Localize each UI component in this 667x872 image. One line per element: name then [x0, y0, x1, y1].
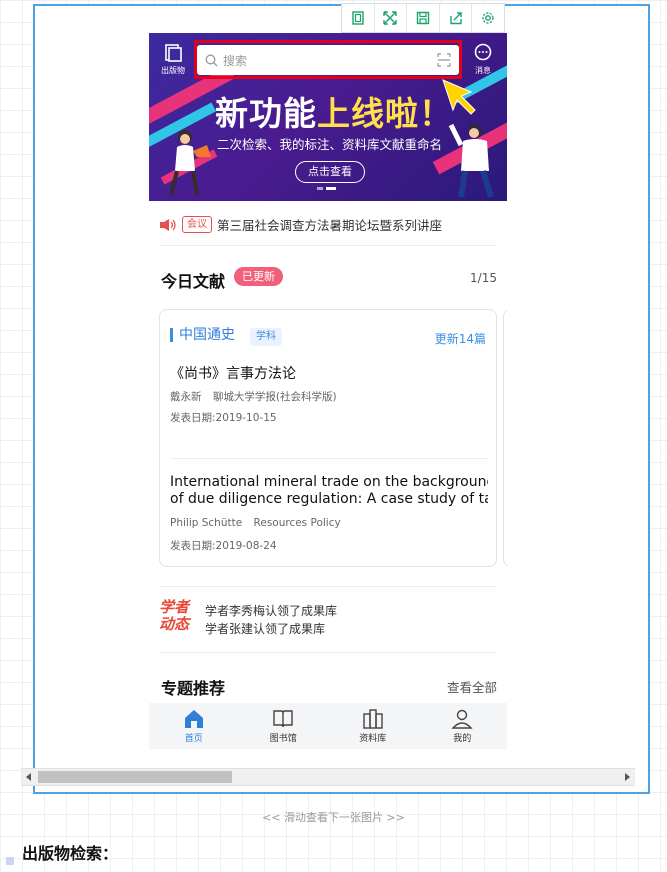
viewer-toolbar — [341, 3, 505, 33]
bottom-nav: 首页 图书馆 资料库 我的 — [149, 703, 507, 749]
next-card-peek[interactable] — [503, 309, 507, 567]
today-page-indicator: 1/15 — [470, 271, 497, 285]
banner-headline: 新功能上线啦！ — [215, 94, 453, 133]
bullet-square-icon — [6, 857, 14, 865]
article-journal: Resources Policy — [253, 517, 341, 529]
divider — [159, 245, 497, 246]
expand-icon[interactable] — [375, 4, 408, 32]
banner-pager — [317, 187, 336, 190]
nav-home[interactable]: 首页 — [149, 703, 239, 749]
phone-screenshot: 出版物 搜索 消息 新功能上线啦！ 二次检索、我的标注、资料库文献重命名 点击查… — [149, 33, 507, 749]
scholar-news-logo: 学者 动态 — [159, 598, 190, 633]
nav-library[interactable]: 图书馆 — [239, 703, 329, 749]
scrollbar-thumb[interactable] — [38, 771, 232, 783]
swipe-hint[interactable]: << 滑动查看下一张图片 >> — [0, 809, 667, 825]
divider — [159, 652, 497, 653]
woman-megaphone-illustration — [169, 130, 211, 196]
save-icon[interactable] — [407, 4, 440, 32]
share-icon[interactable] — [440, 4, 473, 32]
section-heading: 出版物检索： — [22, 844, 119, 863]
card-divider — [170, 458, 488, 459]
view-all-link[interactable]: 查看全部 — [447, 677, 497, 696]
article-date: 发表日期:2019-08-24 — [170, 540, 277, 552]
scholar-news[interactable]: 学者 动态 学者李秀梅认领了成果库 学者张建认领了成果库 — [159, 599, 497, 639]
article-title-continued[interactable]: of due diligence regulation: A case stud… — [170, 491, 488, 507]
notice-text: 第三届社会调查方法暑期论坛暨系列讲座 — [217, 218, 443, 233]
user-icon — [451, 709, 473, 729]
subject-tag: 学科 — [250, 328, 282, 346]
scroll-right-icon[interactable] — [623, 773, 631, 781]
cursor-arrow-icon — [442, 79, 476, 115]
publication-icon — [165, 44, 182, 62]
article-journal: 聊城大学学报(社会科学版) — [212, 391, 337, 403]
article-title[interactable]: International mineral trade on the backg… — [170, 474, 488, 490]
topics-section-title: 专题推荐 — [161, 679, 226, 698]
fit-page-icon[interactable] — [342, 4, 375, 32]
publication-label: 出版物 — [161, 66, 185, 75]
messages-label: 消息 — [475, 66, 491, 75]
article-title[interactable]: 《尚书》言事方法论 — [170, 363, 488, 383]
notice-tag: 会议 — [182, 216, 212, 233]
speaker-icon — [160, 218, 176, 231]
article-author: 戴永新 — [170, 391, 202, 403]
promo-banner[interactable]: 出版物 搜索 消息 新功能上线啦！ 二次检索、我的标注、资料库文献重命名 点击查… — [149, 33, 507, 201]
man-pointing-illustration — [448, 123, 494, 198]
home-icon — [184, 710, 203, 728]
library-icon — [363, 709, 383, 729]
article-date: 发表日期:2019-10-15 — [170, 412, 277, 424]
messages-entry[interactable]: 消息 — [463, 43, 503, 76]
article-meta: Philip Schütte Resources Policy — [170, 517, 341, 529]
publication-entry[interactable]: 出版物 — [153, 43, 193, 76]
article-author: Philip Schütte — [170, 517, 243, 529]
update-count-link[interactable]: 更新14篇 — [435, 330, 486, 347]
scholar-news-item[interactable]: 学者张建认领了成果库 — [205, 620, 325, 637]
scholar-news-item[interactable]: 学者李秀梅认领了成果库 — [205, 602, 337, 619]
scroll-left-icon[interactable] — [25, 773, 33, 781]
banner-subline: 二次检索、我的标注、资料库文献重命名 — [217, 137, 443, 152]
today-literature-card[interactable]: 中国通史 学科 更新14篇 《尚书》言事方法论 戴永新 聊城大学学报(社会科学版… — [159, 309, 497, 567]
search-highlight-box — [194, 40, 462, 79]
notice-bar[interactable]: 会议 第三届社会调查方法暑期论坛暨系列讲座 — [159, 215, 442, 234]
message-icon — [474, 43, 492, 61]
category-label[interactable]: 中国通史 — [170, 328, 235, 342]
divider — [159, 586, 497, 587]
banner-cta-button[interactable]: 点击查看 — [295, 161, 365, 183]
settings-icon[interactable] — [472, 4, 504, 32]
horizontal-scrollbar[interactable] — [21, 768, 635, 786]
nav-database[interactable]: 资料库 — [328, 703, 418, 749]
book-icon — [273, 710, 293, 728]
nav-mine[interactable]: 我的 — [418, 703, 508, 749]
article-meta: 戴永新 聊城大学学报(社会科学版) — [170, 389, 337, 404]
today-section-title: 今日文献 — [161, 272, 226, 291]
updated-badge: 已更新 — [234, 267, 283, 286]
